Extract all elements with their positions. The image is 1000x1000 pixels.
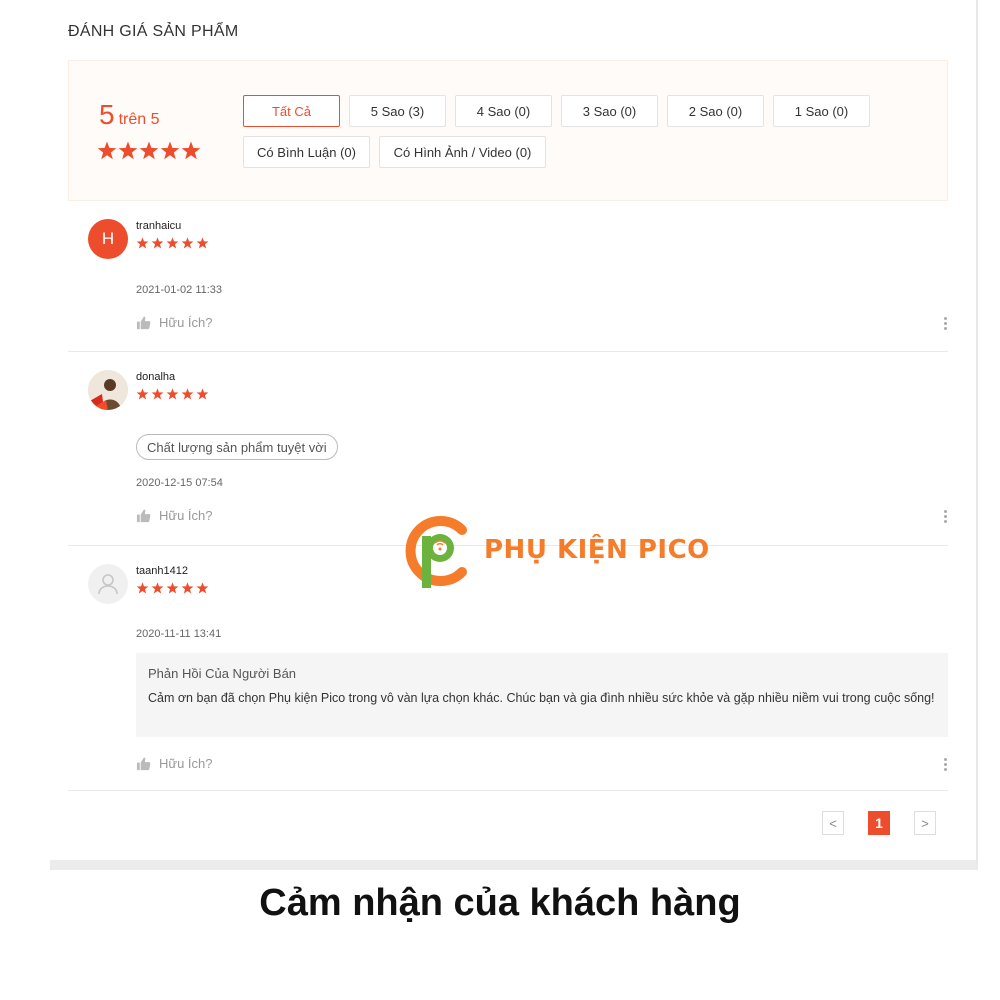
star-icon — [118, 141, 138, 160]
score-stars — [97, 141, 201, 160]
star-icon — [166, 237, 179, 249]
review-item: H tranhaicu 2021-01-02 11:33 Hữu Ích? — [68, 201, 948, 352]
more-options-icon[interactable] — [944, 758, 948, 773]
thumbs-up-icon — [136, 508, 151, 522]
filter-2-star-button[interactable]: 2 Sao (0) — [667, 95, 764, 127]
seller-reply-text: Cảm ơn bạn đã chọn Phụ kiện Pico trong v… — [148, 691, 935, 705]
helpful-button[interactable]: Hữu Ích? — [136, 508, 213, 523]
avatar[interactable]: H — [88, 219, 128, 259]
filter-5-star-button[interactable]: 5 Sao (3) — [349, 95, 446, 127]
product-reviews-panel: ĐÁNH GIÁ SẢN PHẨM 5 trên 5 Tất Cả 5 Sao (… — [50, 0, 978, 870]
review-date: 2020-11-11 13:41 — [136, 628, 222, 640]
star-icon — [196, 237, 209, 249]
watermark-text: PHỤ KIỆN PICO — [484, 535, 710, 565]
star-icon — [196, 388, 209, 400]
helpful-button[interactable]: Hữu Ích? — [136, 315, 213, 330]
star-icon — [181, 141, 201, 160]
seller-reply: Phản Hồi Của Người Bán Cảm ơn bạn đã chọ… — [136, 653, 948, 737]
star-icon — [151, 388, 164, 400]
rating-overview: 5 trên 5 Tất Cả 5 Sao (3) 4 Sao (0) 3 Sao… — [68, 60, 948, 201]
filter-with-media-button[interactable]: Có Hình Ảnh / Video (0) — [379, 136, 546, 168]
star-icon — [136, 237, 149, 249]
user-photo-icon — [88, 370, 128, 410]
avatar[interactable] — [88, 564, 128, 604]
star-icon — [196, 582, 209, 594]
more-options-icon[interactable] — [944, 510, 948, 525]
star-icon — [151, 582, 164, 594]
watermark: PHỤ KIỆN PICO — [404, 510, 710, 590]
rating-filters: Tất Cả 5 Sao (3) 4 Sao (0) 3 Sao (0) 2 S… — [243, 95, 923, 177]
helpful-label: Hữu Ích? — [159, 756, 213, 771]
more-options-icon[interactable] — [944, 317, 948, 332]
star-icon — [181, 388, 194, 400]
score-value: 5 — [99, 99, 115, 130]
thumbs-up-icon — [136, 315, 151, 329]
review-stars — [136, 582, 209, 594]
filter-3-star-button[interactable]: 3 Sao (0) — [561, 95, 658, 127]
score-suffix: trên 5 — [118, 111, 160, 128]
helpful-button[interactable]: Hữu Ích? — [136, 756, 213, 771]
thumbs-up-icon — [136, 756, 151, 770]
filter-4-star-button[interactable]: 4 Sao (0) — [455, 95, 552, 127]
filter-with-comment-button[interactable]: Có Bình Luận (0) — [243, 136, 370, 168]
review-date: 2021-01-02 11:33 — [136, 284, 223, 296]
star-icon — [166, 388, 179, 400]
current-page-button[interactable]: 1 — [868, 811, 890, 835]
avatar[interactable] — [88, 370, 128, 410]
star-icon — [139, 141, 159, 160]
star-icon — [97, 141, 117, 160]
section-title: ĐÁNH GIÁ SẢN PHẨM — [68, 23, 239, 40]
review-username[interactable]: tranhaicu — [136, 220, 181, 232]
review-tag: Chất lượng sản phẩm tuyệt vời — [136, 434, 338, 460]
star-icon — [151, 237, 164, 249]
filter-all-button[interactable]: Tất Cả — [243, 95, 340, 127]
default-user-icon — [98, 574, 118, 595]
review-username[interactable]: taanh1412 — [136, 565, 188, 577]
helpful-label: Hữu Ích? — [159, 315, 213, 330]
star-icon — [136, 388, 149, 400]
page-caption: Cảm nhận của khách hàng — [259, 882, 741, 924]
review-stars — [136, 237, 209, 249]
brand-logo-icon — [405, 516, 467, 588]
star-icon — [136, 582, 149, 594]
next-page-button[interactable]: > — [914, 811, 936, 835]
helpful-label: Hữu Ích? — [159, 508, 213, 523]
star-icon — [160, 141, 180, 160]
review-username[interactable]: donalha — [136, 371, 175, 383]
star-icon — [181, 582, 194, 594]
prev-page-button[interactable]: < — [822, 811, 844, 835]
star-icon — [181, 237, 194, 249]
star-icon — [166, 582, 179, 594]
pagination: < 1 > — [822, 811, 936, 835]
seller-reply-title: Phản Hồi Của Người Bán — [148, 666, 297, 681]
review-date: 2020-12-15 07:54 — [136, 477, 223, 489]
average-score: 5 trên 5 — [99, 99, 160, 131]
filter-1-star-button[interactable]: 1 Sao (0) — [773, 95, 870, 127]
review-stars — [136, 388, 209, 400]
